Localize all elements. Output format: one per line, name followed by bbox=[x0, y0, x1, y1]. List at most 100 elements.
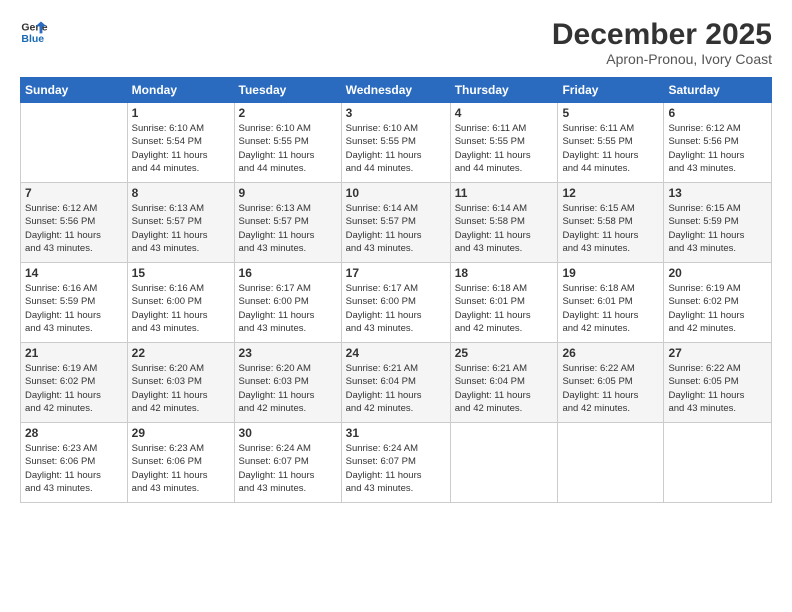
table-row: 3Sunrise: 6:10 AMSunset: 5:55 PMDaylight… bbox=[341, 103, 450, 183]
header-friday: Friday bbox=[558, 78, 664, 103]
page: General Blue December 2025 Apron-Pronou,… bbox=[0, 0, 792, 612]
table-row bbox=[664, 423, 772, 503]
header: General Blue December 2025 Apron-Pronou,… bbox=[20, 18, 772, 67]
day-info: Sunrise: 6:22 AMSunset: 6:05 PMDaylight:… bbox=[668, 362, 767, 415]
logo: General Blue bbox=[20, 18, 48, 46]
table-row: 22 Sunrise: 6:20 AMSunset: 6:03 PMDayligh… bbox=[127, 343, 234, 423]
day-number: 8 bbox=[132, 186, 230, 200]
day-number: 15 bbox=[132, 266, 230, 280]
table-row: 12Sunrise: 6:15 AMSunset: 5:58 PMDayligh… bbox=[558, 183, 664, 263]
day-number: 17 bbox=[346, 266, 446, 280]
table-row: 16 Sunrise: 6:17 AMSunset: 6:00 PMDayligh… bbox=[234, 263, 341, 343]
table-row: 31 Sunrise: 6:24 AMSunset: 6:07 PMDayligh… bbox=[341, 423, 450, 503]
day-info: Sunrise: 6:13 AMSunset: 5:57 PMDaylight:… bbox=[132, 202, 230, 255]
day-info: Sunrise: 6:11 AMSunset: 5:55 PMDaylight:… bbox=[562, 122, 659, 175]
day-number: 2 bbox=[239, 106, 337, 120]
svg-text:Blue: Blue bbox=[21, 33, 44, 45]
day-info: Sunrise: 6:21 AMSunset: 6:04 PMDaylight:… bbox=[346, 362, 446, 415]
table-row: 19Sunrise: 6:18 AMSunset: 6:01 PMDayligh… bbox=[558, 263, 664, 343]
table-row: 26 Sunrise: 6:22 AMSunset: 6:05 PMDayligh… bbox=[558, 343, 664, 423]
table-row: 23 Sunrise: 6:20 AMSunset: 6:03 PMDayligh… bbox=[234, 343, 341, 423]
day-info: Sunrise: 6:18 AMSunset: 6:01 PMDaylight:… bbox=[455, 282, 554, 335]
day-info: Sunrise: 6:23 AMSunset: 6:06 PMDaylight:… bbox=[132, 442, 230, 495]
table-row: 5 Sunrise: 6:11 AMSunset: 5:55 PMDaylight… bbox=[558, 103, 664, 183]
day-number: 28 bbox=[25, 426, 123, 440]
table-row: 1 Sunrise: 6:10 AMSunset: 5:54 PMDaylight… bbox=[127, 103, 234, 183]
table-row: 25 Sunrise: 6:21 AMSunset: 6:04 PMDayligh… bbox=[450, 343, 558, 423]
day-info: Sunrise: 6:24 AMSunset: 6:07 PMDaylight:… bbox=[239, 442, 337, 495]
day-info: Sunrise: 6:12 AMSunset: 5:56 PMDaylight:… bbox=[25, 202, 123, 255]
day-info: Sunrise: 6:13 AMSunset: 5:57 PMDaylight:… bbox=[239, 202, 337, 255]
day-info: Sunrise: 6:23 AMSunset: 6:06 PMDaylight:… bbox=[25, 442, 123, 495]
day-number: 11 bbox=[455, 186, 554, 200]
day-info: Sunrise: 6:17 AMSunset: 6:00 PMDaylight:… bbox=[239, 282, 337, 335]
table-row: 14 Sunrise: 6:16 AMSunset: 5:59 PMDayligh… bbox=[21, 263, 128, 343]
day-info: Sunrise: 6:15 AMSunset: 5:59 PMDaylight:… bbox=[668, 202, 767, 255]
day-number: 29 bbox=[132, 426, 230, 440]
day-number: 25 bbox=[455, 346, 554, 360]
day-number: 10 bbox=[346, 186, 446, 200]
day-info: Sunrise: 6:14 AMSunset: 5:58 PMDaylight:… bbox=[455, 202, 554, 255]
calendar-table: Sunday Monday Tuesday Wednesday Thursday… bbox=[20, 77, 772, 503]
day-number: 20 bbox=[668, 266, 767, 280]
day-info: Sunrise: 6:10 AMSunset: 5:54 PMDaylight:… bbox=[132, 122, 230, 175]
day-info: Sunrise: 6:17 AMSunset: 6:00 PMDaylight:… bbox=[346, 282, 446, 335]
day-number: 22 bbox=[132, 346, 230, 360]
day-info: Sunrise: 6:19 AMSunset: 6:02 PMDaylight:… bbox=[25, 362, 123, 415]
day-number: 23 bbox=[239, 346, 337, 360]
day-info: Sunrise: 6:20 AMSunset: 6:03 PMDaylight:… bbox=[132, 362, 230, 415]
header-saturday: Saturday bbox=[664, 78, 772, 103]
table-row: 2 Sunrise: 6:10 AMSunset: 5:55 PMDaylight… bbox=[234, 103, 341, 183]
day-info: Sunrise: 6:10 AMSunset: 5:55 PMDaylight:… bbox=[239, 122, 337, 175]
day-number: 1 bbox=[132, 106, 230, 120]
table-row: 18 Sunrise: 6:18 AMSunset: 6:01 PMDayligh… bbox=[450, 263, 558, 343]
calendar-week-row: 28 Sunrise: 6:23 AMSunset: 6:06 PMDayligh… bbox=[21, 423, 772, 503]
day-number: 27 bbox=[668, 346, 767, 360]
table-row bbox=[558, 423, 664, 503]
day-number: 5 bbox=[562, 106, 659, 120]
day-number: 9 bbox=[239, 186, 337, 200]
day-info: Sunrise: 6:24 AMSunset: 6:07 PMDaylight:… bbox=[346, 442, 446, 495]
calendar-week-row: 14 Sunrise: 6:16 AMSunset: 5:59 PMDayligh… bbox=[21, 263, 772, 343]
table-row: 9 Sunrise: 6:13 AMSunset: 5:57 PMDaylight… bbox=[234, 183, 341, 263]
header-thursday: Thursday bbox=[450, 78, 558, 103]
day-info: Sunrise: 6:14 AMSunset: 5:57 PMDaylight:… bbox=[346, 202, 446, 255]
day-number: 16 bbox=[239, 266, 337, 280]
table-row: 24Sunrise: 6:21 AMSunset: 6:04 PMDayligh… bbox=[341, 343, 450, 423]
table-row: 30 Sunrise: 6:24 AMSunset: 6:07 PMDayligh… bbox=[234, 423, 341, 503]
day-number: 30 bbox=[239, 426, 337, 440]
table-row: 4 Sunrise: 6:11 AMSunset: 5:55 PMDaylight… bbox=[450, 103, 558, 183]
day-number: 21 bbox=[25, 346, 123, 360]
day-number: 4 bbox=[455, 106, 554, 120]
day-info: Sunrise: 6:21 AMSunset: 6:04 PMDaylight:… bbox=[455, 362, 554, 415]
table-row: 8 Sunrise: 6:13 AMSunset: 5:57 PMDaylight… bbox=[127, 183, 234, 263]
header-tuesday: Tuesday bbox=[234, 78, 341, 103]
header-wednesday: Wednesday bbox=[341, 78, 450, 103]
table-row: 29 Sunrise: 6:23 AMSunset: 6:06 PMDayligh… bbox=[127, 423, 234, 503]
day-info: Sunrise: 6:16 AMSunset: 5:59 PMDaylight:… bbox=[25, 282, 123, 335]
day-info: Sunrise: 6:22 AMSunset: 6:05 PMDaylight:… bbox=[562, 362, 659, 415]
day-info: Sunrise: 6:20 AMSunset: 6:03 PMDaylight:… bbox=[239, 362, 337, 415]
day-number: 18 bbox=[455, 266, 554, 280]
table-row: 28 Sunrise: 6:23 AMSunset: 6:06 PMDayligh… bbox=[21, 423, 128, 503]
title-block: December 2025 Apron-Pronou, Ivory Coast bbox=[552, 18, 772, 67]
table-row: 15Sunrise: 6:16 AMSunset: 6:00 PMDayligh… bbox=[127, 263, 234, 343]
main-title: December 2025 bbox=[552, 18, 772, 51]
day-number: 19 bbox=[562, 266, 659, 280]
header-monday: Monday bbox=[127, 78, 234, 103]
day-number: 31 bbox=[346, 426, 446, 440]
day-number: 12 bbox=[562, 186, 659, 200]
day-number: 26 bbox=[562, 346, 659, 360]
header-sunday: Sunday bbox=[21, 78, 128, 103]
day-number: 14 bbox=[25, 266, 123, 280]
weekday-header-row: Sunday Monday Tuesday Wednesday Thursday… bbox=[21, 78, 772, 103]
day-number: 3 bbox=[346, 106, 446, 120]
day-number: 6 bbox=[668, 106, 767, 120]
day-info: Sunrise: 6:12 AMSunset: 5:56 PMDaylight:… bbox=[668, 122, 767, 175]
calendar-week-row: 1 Sunrise: 6:10 AMSunset: 5:54 PMDaylight… bbox=[21, 103, 772, 183]
table-row: 7Sunrise: 6:12 AMSunset: 5:56 PMDaylight… bbox=[21, 183, 128, 263]
table-row: 17 Sunrise: 6:17 AMSunset: 6:00 PMDayligh… bbox=[341, 263, 450, 343]
table-row: 27 Sunrise: 6:22 AMSunset: 6:05 PMDayligh… bbox=[664, 343, 772, 423]
day-info: Sunrise: 6:11 AMSunset: 5:55 PMDaylight:… bbox=[455, 122, 554, 175]
table-row: 6 Sunrise: 6:12 AMSunset: 5:56 PMDaylight… bbox=[664, 103, 772, 183]
